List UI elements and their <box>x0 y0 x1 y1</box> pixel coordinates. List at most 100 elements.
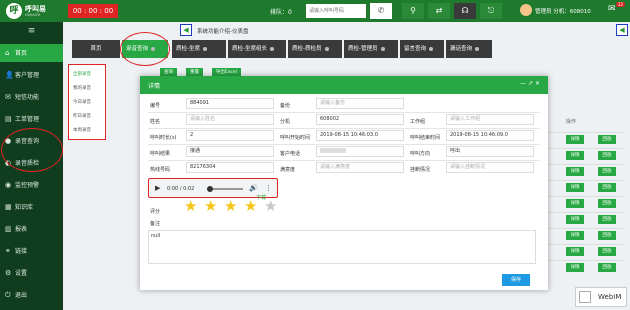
sidebar-item-label: 监控预警 <box>15 182 40 189</box>
logout-icon[interactable]: ⎋ <box>480 3 502 19</box>
tab-qa-admin[interactable]: 质检-管理员 <box>344 40 398 58</box>
playback-button[interactable]: 回放 <box>598 183 616 192</box>
hotline-field[interactable]: 82176304 <box>186 162 274 173</box>
playback-button[interactable]: 回放 <box>598 151 616 160</box>
detail-button[interactable]: 详情 <box>566 183 584 192</box>
rating-star-icon[interactable]: ★ <box>244 199 257 214</box>
tab-missed-calls[interactable]: 漏话查询 <box>446 40 492 58</box>
call-timer: 00 : 00 : 00 <box>68 4 118 18</box>
rating-label: 评分 <box>150 209 161 215</box>
tab-qa-agent[interactable]: 质检-坐席 <box>172 40 226 58</box>
extension-field[interactable]: 608002 <box>316 114 404 125</box>
speaker-icon: ◀ <box>616 24 628 36</box>
save-button[interactable]: 保存 <box>502 274 530 286</box>
subnav-week[interactable]: 本周录音 <box>73 127 91 133</box>
sidebar-item-reports[interactable]: ▥ 报表 <box>0 220 63 238</box>
headset-icon[interactable]: ☊ <box>454 3 476 19</box>
satisfaction-field[interactable]: 请输入满意度 <box>316 162 404 173</box>
rating-star-icon[interactable]: ★ <box>204 199 217 214</box>
sidebar-item-tickets[interactable]: ▤ 工单管理 <box>0 110 63 128</box>
playback-button[interactable]: 回放 <box>598 231 616 240</box>
tab-label: 质检-坐席组长 <box>232 46 267 52</box>
field-label: 呼叫时长(s) <box>150 135 177 141</box>
close-icon[interactable] <box>380 46 385 51</box>
transfer-icon[interactable]: ⇄ <box>428 3 450 19</box>
sidebar-item-label: 短信功能 <box>15 94 40 101</box>
rating-star-icon[interactable]: ★ <box>224 199 237 214</box>
call-result-field[interactable]: 接通 <box>186 146 274 157</box>
hangup-field[interactable]: 请输入挂断情况 <box>446 162 534 173</box>
detail-button[interactable]: 详情 <box>566 231 584 240</box>
playback-button[interactable]: 回放 <box>598 215 616 224</box>
customer-phone-field[interactable] <box>316 146 404 157</box>
playback-button[interactable]: 回放 <box>598 199 616 208</box>
name-field[interactable]: 请输入姓名 <box>186 114 274 125</box>
sidebar-item-links[interactable]: ⚭ 链接 <box>0 242 63 260</box>
backup-field[interactable]: 请输入备份 <box>316 98 404 109</box>
playback-button[interactable]: 回放 <box>598 167 616 176</box>
subnav-mine[interactable]: 我的录音 <box>73 85 91 91</box>
play-icon[interactable]: ▶ <box>155 184 160 192</box>
detail-button[interactable]: 详情 <box>566 167 584 176</box>
close-icon[interactable] <box>270 46 274 51</box>
highlight-oval <box>120 32 170 66</box>
detail-button[interactable]: 详情 <box>566 151 584 160</box>
tab-label: 质检-质检员 <box>292 46 322 52</box>
sidebar-item-monitor[interactable]: ◉ 监控预警 <box>0 176 63 194</box>
start-time-field[interactable]: 2019-08-15 10:46:03.0 <box>316 130 404 141</box>
end-time-field[interactable]: 2019-08-15 10:46:09.0 <box>446 130 534 141</box>
subnav-yesterday[interactable]: 昨日录音 <box>73 113 91 119</box>
sidebar-item-home[interactable]: ⌂ 首页 <box>0 44 63 62</box>
sidebar-item-knowledge[interactable]: ▦ 知识库 <box>0 198 63 216</box>
tab-label: 质检-坐席 <box>176 46 200 52</box>
notes-textarea[interactable]: null <box>148 230 536 264</box>
column-header-actions: 操作 <box>566 119 577 125</box>
sidebar-item-sms[interactable]: ✉ 短信功能 <box>0 88 63 106</box>
volume-icon[interactable]: 🔊 <box>249 184 258 192</box>
sidebar-item-label: 知识库 <box>15 204 34 211</box>
close-icon[interactable] <box>324 46 329 51</box>
detail-button[interactable]: 详情 <box>566 135 584 144</box>
workgroup-field[interactable]: 请输入工作组 <box>446 114 534 125</box>
duration-field[interactable]: 2 <box>186 130 274 141</box>
playback-button[interactable]: 回放 <box>598 135 616 144</box>
avatar[interactable] <box>520 4 532 16</box>
field-label: 呼叫开始时间 <box>280 135 311 141</box>
status-icon[interactable]: ⚲ <box>402 3 424 19</box>
sidebar-item-settings[interactable]: ⚙ 设置 <box>0 264 63 282</box>
tab-messages[interactable]: 留言查询 <box>400 40 444 58</box>
tab-qa-inspector[interactable]: 质检-质检员 <box>288 40 342 58</box>
detail-button[interactable]: 详情 <box>566 263 584 272</box>
close-icon[interactable] <box>475 46 480 51</box>
close-icon[interactable] <box>429 46 434 51</box>
call-direction-field[interactable]: 呼出 <box>446 146 534 157</box>
close-icon[interactable] <box>203 46 207 51</box>
playback-button[interactable]: 回放 <box>598 263 616 272</box>
row-divider <box>540 164 625 165</box>
webim-widget[interactable]: WebIM <box>575 287 627 307</box>
logo-subtext: HUJIAOYI <box>25 13 41 17</box>
dial-number-input[interactable] <box>306 4 366 18</box>
detail-button[interactable]: 详情 <box>566 199 584 208</box>
sidebar-item-logout[interactable]: ⏻ 退出 <box>0 286 63 304</box>
playback-button[interactable]: 回放 <box>598 247 616 256</box>
rating-star-icon[interactable]: ★ <box>184 199 197 214</box>
row-divider <box>540 180 625 181</box>
sidebar-item-label: 设置 <box>15 270 28 277</box>
detail-button[interactable]: 详情 <box>566 215 584 224</box>
rating-star-icon[interactable]: ★ <box>264 199 277 214</box>
subnav-all[interactable]: 全部录音 <box>73 71 91 77</box>
audio-progress-knob[interactable] <box>207 186 213 192</box>
detail-button[interactable]: 详情 <box>566 247 584 256</box>
tab-home[interactable]: 首页 <box>72 40 120 58</box>
id-field[interactable]: 884091 <box>186 98 274 109</box>
row-divider <box>540 228 625 229</box>
modal-window-controls[interactable]: — ↗ ✕ <box>520 80 540 87</box>
sidebar-item-customers[interactable]: 👤客户管理 <box>0 66 63 84</box>
audio-progress-track[interactable] <box>209 188 243 190</box>
subnav-today[interactable]: 今日录音 <box>73 99 91 105</box>
menu-toggle-icon[interactable]: ≡ <box>0 22 63 40</box>
dial-phone-icon[interactable]: ✆ <box>370 3 392 19</box>
more-options-icon[interactable]: ⋮ <box>265 184 272 192</box>
tab-qa-leader[interactable]: 质检-坐席组长 <box>228 40 286 58</box>
